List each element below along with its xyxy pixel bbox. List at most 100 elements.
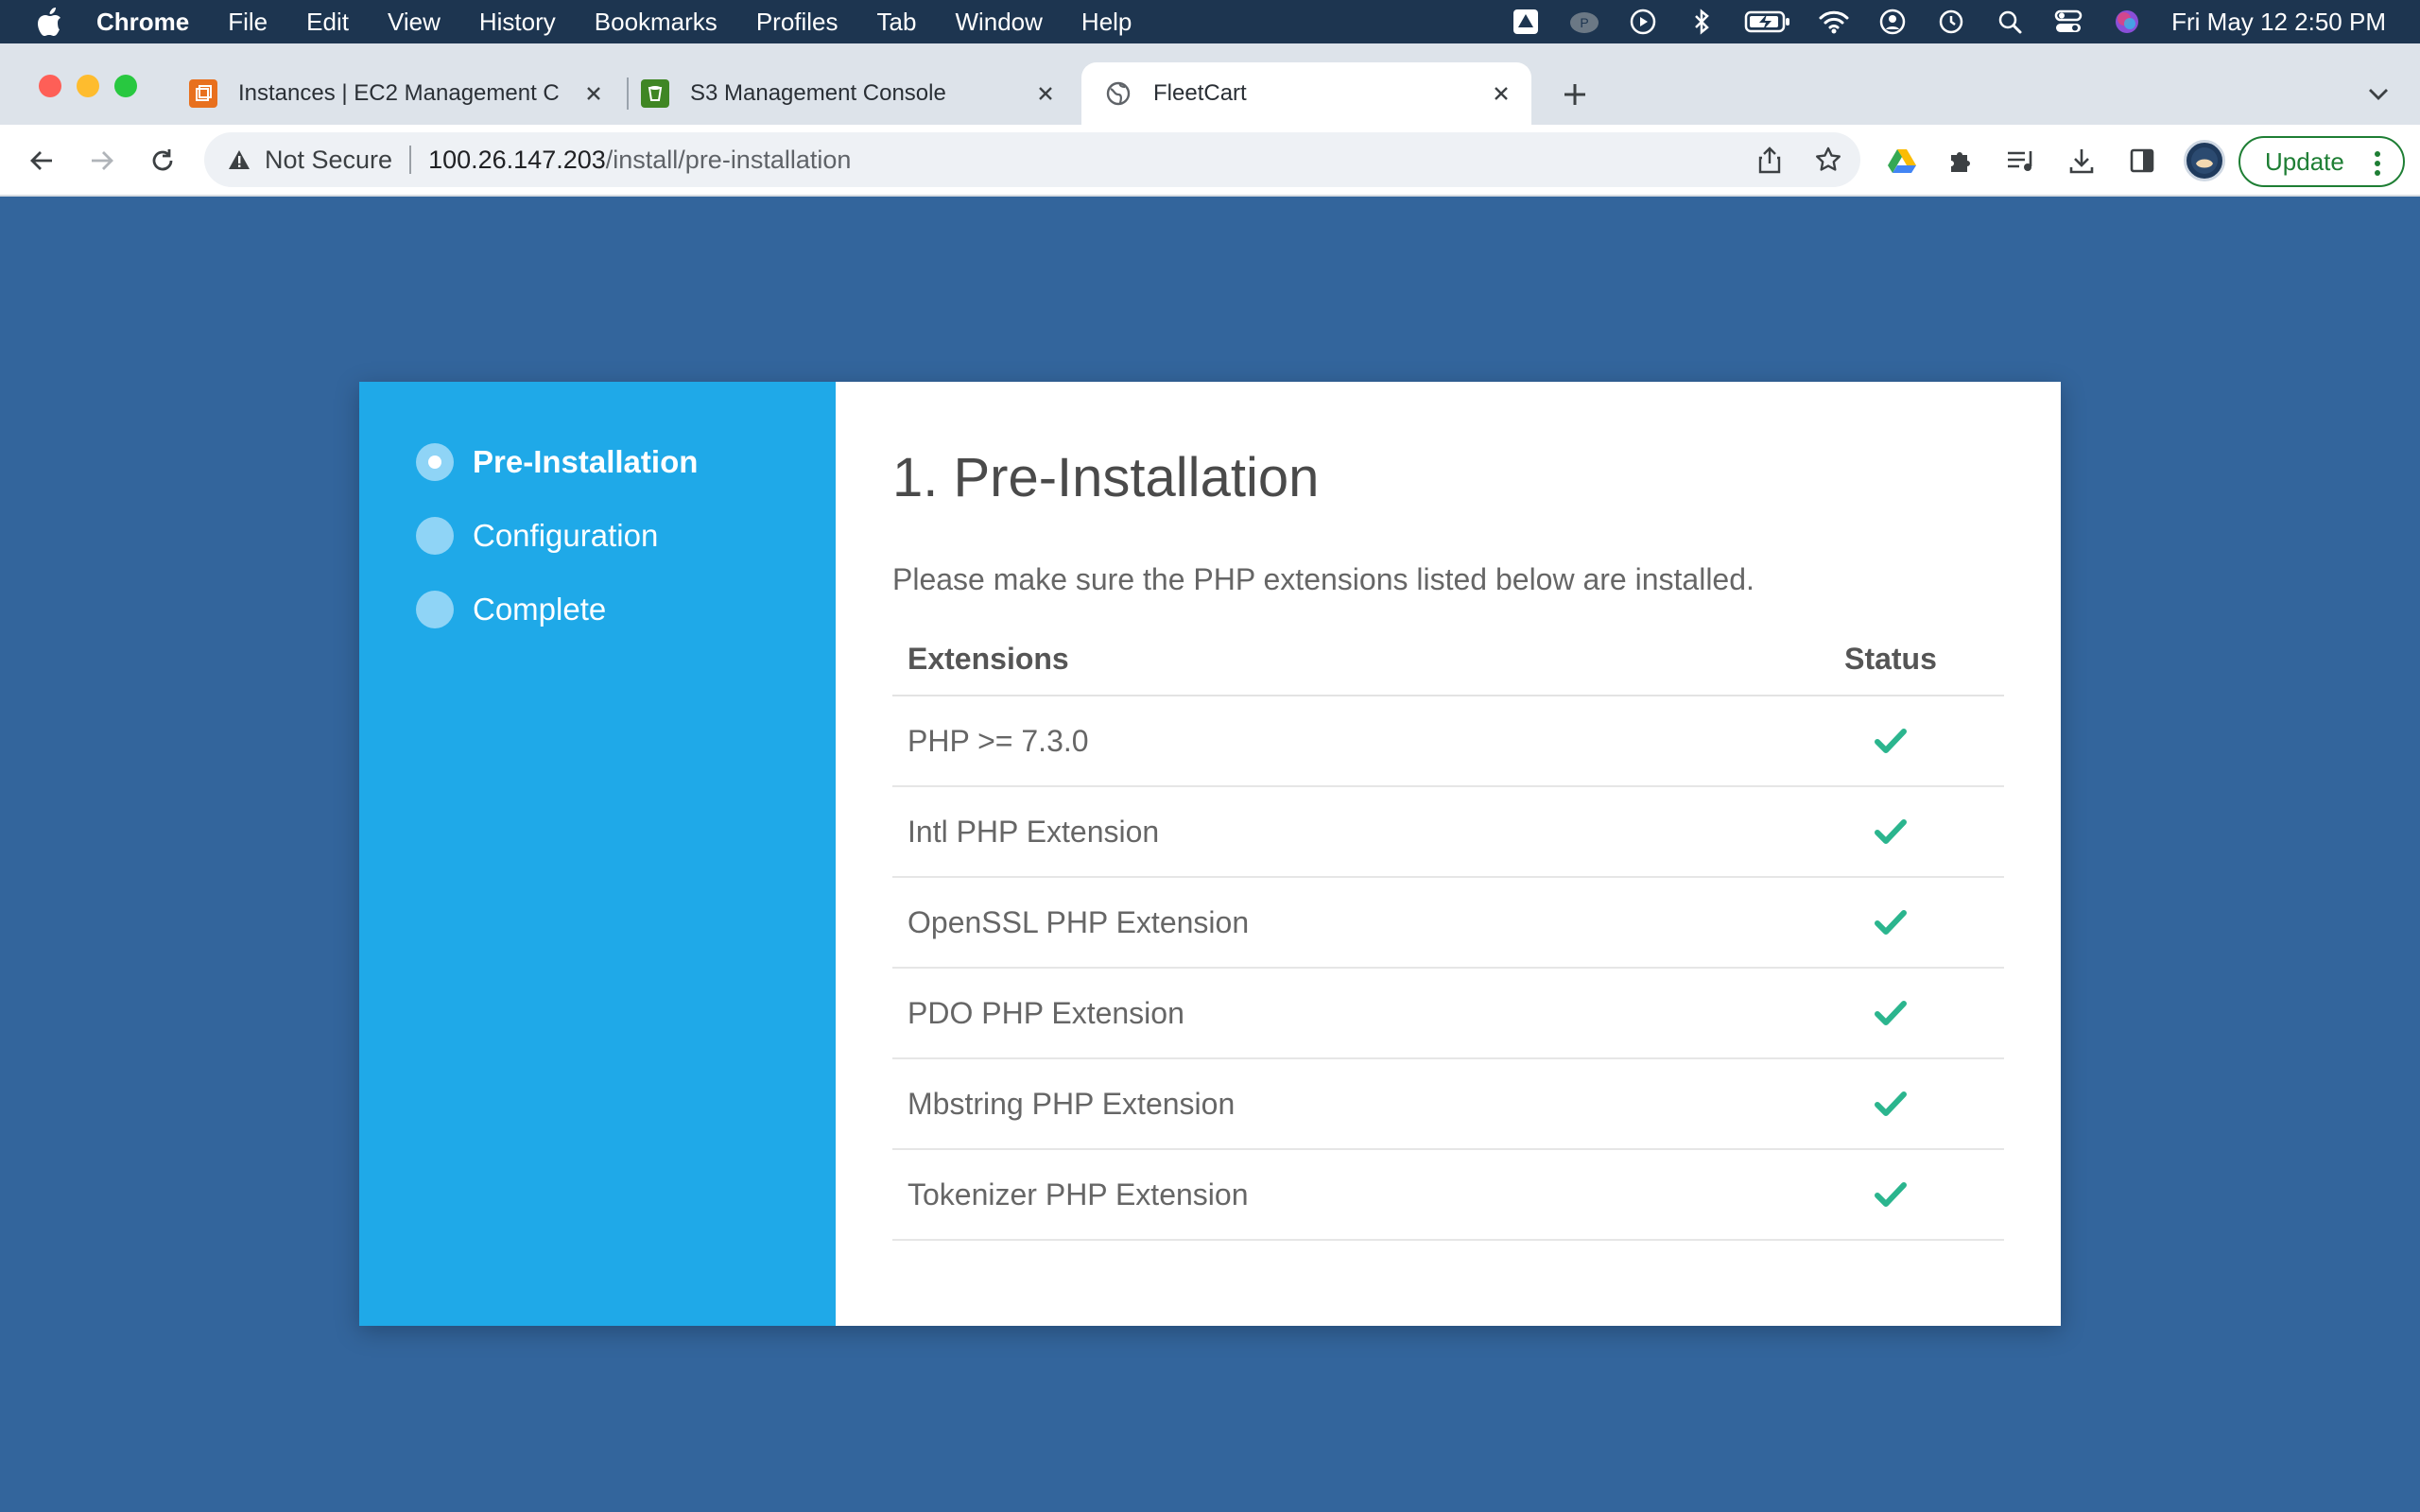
pockity-status-icon[interactable]: P: [1568, 6, 1600, 38]
status-column-header: Status: [1777, 624, 2004, 696]
time-machine-icon[interactable]: [1935, 6, 1967, 38]
installer-card: Pre-Installation Configuration Complete …: [359, 382, 2061, 1326]
user-account-icon[interactable]: [1876, 6, 1909, 38]
close-icon[interactable]: [1032, 80, 1059, 107]
play-status-icon[interactable]: [1627, 6, 1659, 38]
media-queue-icon[interactable]: [2004, 144, 2038, 178]
menu-app-chrome[interactable]: Chrome: [96, 8, 189, 37]
apple-menu-icon[interactable]: [34, 6, 66, 38]
back-arrow-icon[interactable]: [23, 142, 60, 180]
menu-file[interactable]: File: [228, 8, 268, 37]
extension-name: PDO PHP Extension: [892, 968, 1777, 1059]
menu-edit[interactable]: Edit: [306, 8, 349, 37]
address-divider: [409, 146, 412, 174]
extension-name: Mbstring PHP Extension: [892, 1058, 1777, 1150]
tab-search-chevron-down-icon[interactable]: [2363, 79, 2394, 110]
step-pre-installation[interactable]: Pre-Installation: [416, 443, 836, 481]
status-cell: [1777, 1149, 2004, 1241]
share-icon[interactable]: [1754, 145, 1785, 175]
warning-triangle-icon[interactable]: [225, 146, 253, 174]
menu-history[interactable]: History: [479, 8, 556, 37]
status-cell: [1777, 786, 2004, 878]
menu-bookmarks[interactable]: Bookmarks: [595, 8, 717, 37]
step-complete[interactable]: Complete: [416, 591, 836, 628]
intro-text: Please make sure the PHP extensions list…: [892, 562, 1754, 596]
extensions-table: Extensions Status PHP >= 7.3.0 Intl PHP …: [892, 624, 2004, 1241]
menu-profiles[interactable]: Profiles: [756, 8, 838, 37]
update-button[interactable]: Update: [2238, 136, 2405, 187]
installer-main-panel: 1. Pre-Installation Please make sure the…: [836, 382, 2061, 1326]
bookmark-star-icon[interactable]: [1813, 145, 1843, 175]
menubar-clock[interactable]: Fri May 12 2:50 PM: [2171, 8, 2386, 37]
check-icon: [1872, 1176, 1910, 1213]
macos-menu-bar: Chrome File Edit View History Bookmarks …: [0, 0, 2420, 43]
menu-view[interactable]: View: [388, 8, 441, 37]
menu-window[interactable]: Window: [955, 8, 1042, 37]
tab-fleetcart[interactable]: FleetCart: [1081, 62, 1531, 125]
tab-divider: [627, 77, 629, 110]
tab-title: Instances | EC2 Management C: [238, 80, 560, 106]
forward-arrow-icon[interactable]: [83, 142, 121, 180]
reload-icon[interactable]: [144, 142, 182, 180]
url-host: 100.26.147.203: [428, 145, 606, 174]
browser-toolbar: Not Secure 100.26.147.203 /install/pre-i…: [0, 125, 2420, 197]
extensions-column-header: Extensions: [892, 624, 1777, 696]
table-row: PHP >= 7.3.0: [892, 696, 2004, 787]
tab-title: FleetCart: [1153, 80, 1247, 106]
address-bar[interactable]: Not Secure 100.26.147.203 /install/pre-i…: [204, 132, 1860, 187]
drive-status-icon[interactable]: [1510, 6, 1542, 38]
check-icon: [1872, 813, 1910, 850]
tab-s3-console[interactable]: S3 Management Console: [641, 62, 1076, 125]
google-drive-extension-icon[interactable]: [1885, 144, 1919, 178]
update-button-label: Update: [2265, 146, 2344, 176]
status-cell: [1777, 696, 2004, 787]
control-center-icon[interactable]: [2052, 6, 2084, 38]
check-icon: [1872, 903, 1910, 941]
spotlight-search-icon[interactable]: [1994, 6, 2026, 38]
table-row: OpenSSL PHP Extension: [892, 877, 2004, 969]
menu-help[interactable]: Help: [1081, 8, 1132, 37]
close-icon[interactable]: [580, 80, 607, 107]
window-zoom-button[interactable]: [114, 75, 137, 97]
svg-text:P: P: [1580, 15, 1588, 30]
close-icon[interactable]: [1488, 80, 1514, 107]
table-row: Intl PHP Extension: [892, 786, 2004, 878]
window-close-button[interactable]: [39, 75, 61, 97]
browser-tab-strip: Instances | EC2 Management C S3 Manageme…: [0, 43, 2420, 125]
step-label: Configuration: [473, 518, 659, 553]
installer-steps-sidebar: Pre-Installation Configuration Complete: [359, 382, 836, 1326]
step-indicator-icon: [416, 517, 454, 555]
new-tab-plus-icon[interactable]: [1558, 77, 1592, 112]
window-minimize-button[interactable]: [77, 75, 99, 97]
status-cell: [1777, 968, 2004, 1059]
page-title: 1. Pre-Installation: [892, 447, 1320, 508]
step-active-indicator-icon: [416, 443, 454, 481]
url-path: /install/pre-installation: [605, 145, 852, 174]
security-status-label[interactable]: Not Secure: [265, 146, 392, 175]
s3-icon: [641, 79, 669, 108]
step-configuration[interactable]: Configuration: [416, 517, 836, 555]
table-header-row: Extensions Status: [892, 624, 2004, 696]
table-row: Tokenizer PHP Extension: [892, 1149, 2004, 1241]
step-indicator-icon: [416, 591, 454, 628]
status-cell: [1777, 1058, 2004, 1150]
tab-ec2-instances[interactable]: Instances | EC2 Management C: [189, 62, 624, 125]
extension-name: OpenSSL PHP Extension: [892, 877, 1777, 969]
step-label: Pre-Installation: [473, 444, 699, 479]
profile-avatar[interactable]: [2184, 140, 2225, 181]
download-icon[interactable]: [2065, 144, 2099, 178]
battery-icon[interactable]: [1744, 6, 1791, 38]
siri-icon[interactable]: [2111, 6, 2143, 38]
check-icon: [1872, 994, 1910, 1032]
table-row: PDO PHP Extension: [892, 968, 2004, 1059]
bluetooth-icon[interactable]: [1685, 6, 1718, 38]
menu-tab[interactable]: Tab: [877, 8, 917, 37]
side-panel-icon[interactable]: [2125, 144, 2159, 178]
extension-name: Tokenizer PHP Extension: [892, 1149, 1777, 1241]
more-vertical-icon[interactable]: [2365, 149, 2390, 178]
ec2-icon: [189, 79, 217, 108]
status-cell: [1777, 877, 2004, 969]
menubar-status-area: P Fri May 12 2:50 PM: [1483, 0, 2420, 43]
extensions-puzzle-icon[interactable]: [1944, 144, 1978, 178]
wifi-icon[interactable]: [1818, 6, 1850, 38]
